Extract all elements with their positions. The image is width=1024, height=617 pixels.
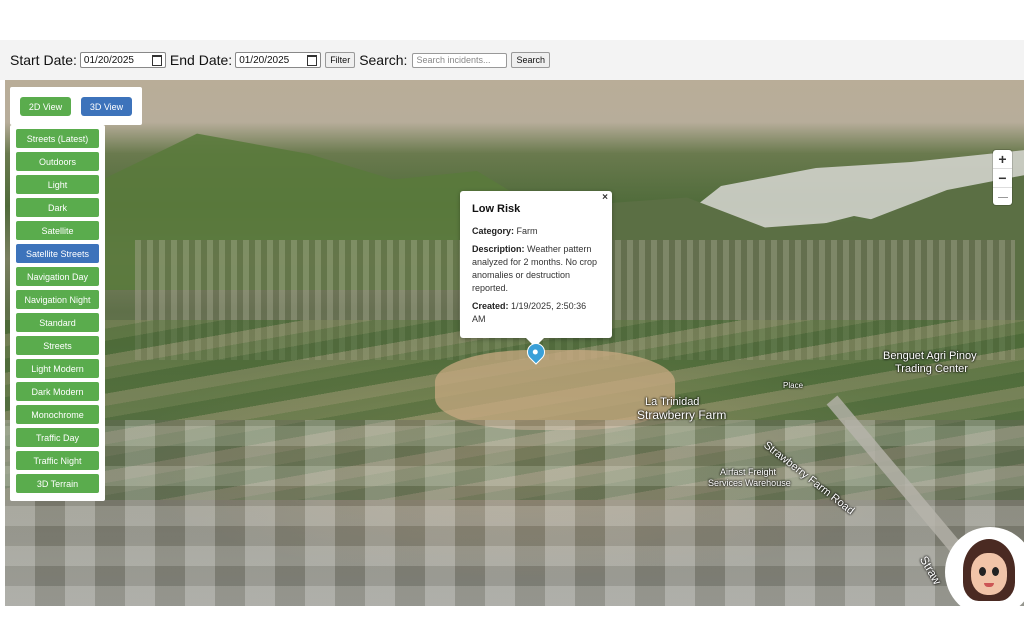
category-value: Farm bbox=[516, 226, 538, 236]
zoom-out-button[interactable]: − bbox=[993, 169, 1012, 188]
map-label: Airfast Freight bbox=[720, 467, 777, 477]
top-blank-area bbox=[0, 0, 1024, 40]
style-satellite-button[interactable]: Satellite bbox=[16, 221, 99, 240]
search-label: Search: bbox=[359, 52, 408, 68]
zoom-control: + − bbox=[993, 150, 1012, 205]
compass-icon bbox=[997, 196, 1008, 198]
zoom-in-button[interactable]: + bbox=[993, 150, 1012, 169]
end-date-label: End Date: bbox=[169, 52, 233, 68]
end-date-input[interactable]: 01/20/2025 bbox=[235, 52, 322, 68]
popup-category: Category: Farm bbox=[472, 225, 600, 238]
map-label: Services Warehouse bbox=[708, 478, 791, 488]
2d-view-button[interactable]: 2D View bbox=[20, 97, 71, 116]
start-date-input[interactable]: 01/20/2025 bbox=[79, 52, 166, 68]
calendar-icon[interactable] bbox=[151, 54, 162, 66]
style-outdoors-button[interactable]: Outdoors bbox=[16, 152, 99, 171]
close-icon[interactable]: × bbox=[602, 191, 608, 204]
popup-created: Created: 1/19/2025, 2:50:36 AM bbox=[472, 300, 600, 326]
map-label: Strawberry Farm bbox=[637, 408, 727, 422]
category-label: Category: bbox=[472, 226, 515, 236]
style-streets-button[interactable]: Streets bbox=[16, 336, 99, 355]
compass-button[interactable] bbox=[993, 188, 1012, 206]
map-label: Place bbox=[783, 381, 804, 390]
filter-button[interactable]: Filter bbox=[325, 52, 356, 68]
style-satellite-streets-button[interactable]: Satellite Streets bbox=[16, 244, 99, 263]
style-navigation-day-button[interactable]: Navigation Day bbox=[16, 267, 99, 286]
start-date-label: Start Date: bbox=[10, 52, 77, 68]
avatar-mouth bbox=[984, 583, 994, 587]
style-light-button[interactable]: Light bbox=[16, 175, 99, 194]
filter-bar: Start Date: 01/20/2025 End Date: 01/20/2… bbox=[0, 40, 1024, 80]
map-label: La Trinidad bbox=[645, 396, 700, 408]
search-button[interactable]: Search bbox=[511, 52, 550, 68]
map-canvas[interactable]: La Trinidad Strawberry Farm Benguet Agri… bbox=[5, 80, 1024, 606]
avatar-eye bbox=[979, 567, 986, 576]
style-monochrome-button[interactable]: Monochrome bbox=[16, 405, 99, 424]
style-navigation-night-button[interactable]: Navigation Night bbox=[16, 290, 99, 309]
style-dark-button[interactable]: Dark bbox=[16, 198, 99, 217]
map-label: Benguet Agri Pinoy bbox=[883, 350, 977, 362]
description-label: Description: bbox=[472, 244, 525, 254]
style-dark-modern-button[interactable]: Dark Modern bbox=[16, 382, 99, 401]
style-standard-button[interactable]: Standard bbox=[16, 313, 99, 332]
view-toggle-panel: 2D View 3D View bbox=[10, 87, 142, 125]
avatar-eye bbox=[992, 567, 999, 576]
3d-view-button[interactable]: 3D View bbox=[81, 97, 132, 116]
avatar-face bbox=[971, 553, 1007, 595]
style-streets-latest-button[interactable]: Streets (Latest) bbox=[16, 129, 99, 148]
incident-popup: × Low Risk Category: Farm Description: W… bbox=[460, 191, 612, 347]
created-label: Created: bbox=[472, 301, 509, 311]
end-date-value: 01/20/2025 bbox=[239, 54, 290, 66]
popup-title: Low Risk bbox=[472, 203, 521, 215]
start-date-value: 01/20/2025 bbox=[83, 54, 134, 66]
style-light-modern-button[interactable]: Light Modern bbox=[16, 359, 99, 378]
search-input[interactable]: Search incidents... bbox=[412, 52, 508, 68]
map-style-panel: Streets (Latest) Outdoors Light Dark Sat… bbox=[10, 125, 105, 501]
calendar-icon[interactable] bbox=[307, 54, 318, 66]
style-traffic-day-button[interactable]: Traffic Day bbox=[16, 428, 99, 447]
map-label: Trading Center bbox=[895, 363, 968, 375]
style-3d-terrain-button[interactable]: 3D Terrain bbox=[16, 474, 99, 493]
popup-description: Description: Weather pattern analyzed fo… bbox=[472, 243, 600, 295]
style-traffic-night-button[interactable]: Traffic Night bbox=[16, 451, 99, 470]
